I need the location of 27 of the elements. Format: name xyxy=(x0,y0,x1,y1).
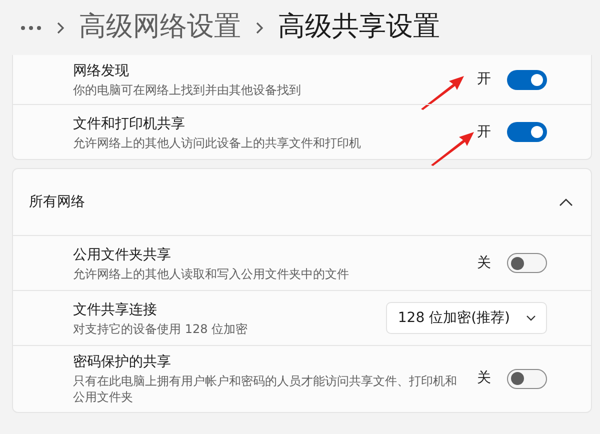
setting-description: 只有在此电脑上拥有用户帐户和密码的人员才能访问共享文件、打印机和公用文件夹 xyxy=(73,373,458,406)
setting-description: 允许网络上的其他人访问此设备上的共享文件和打印机 xyxy=(73,134,362,151)
section-title: 所有网络 xyxy=(29,192,85,212)
toggle-state-label: 开 xyxy=(477,122,491,142)
toggle-switch[interactable] xyxy=(507,70,547,90)
setting-title: 文件和打印机共享 xyxy=(73,114,186,134)
dropdown[interactable]: 128 位加密(推荐) xyxy=(386,302,547,334)
setting-description: 允许网络上的其他人读取和写入公用文件夹中的文件 xyxy=(73,266,350,282)
setting-title: 文件共享连接 xyxy=(73,300,158,320)
toggle-state-label: 关 xyxy=(477,369,491,388)
toggle-switch[interactable] xyxy=(507,253,547,274)
setting-description: 你的电脑可在网络上找到并由其他设备找到 xyxy=(73,82,302,98)
setting-description: 对支持它的设备使用 128 位加密 xyxy=(73,320,249,337)
toggle-state-label: 关 xyxy=(477,254,491,273)
toggle-switch[interactable] xyxy=(507,122,547,142)
toggle-state-label: 开 xyxy=(477,70,491,90)
breadcrumb-item: 高级共享设置 xyxy=(278,10,440,44)
setting-title: 网络发现 xyxy=(73,62,130,81)
chevron-down-icon xyxy=(526,315,536,322)
chevron-right-icon xyxy=(255,20,264,34)
more-icon[interactable] xyxy=(20,24,42,30)
chevron-up-icon[interactable] xyxy=(559,198,573,207)
toggle-switch[interactable] xyxy=(507,368,547,389)
setting-title: 密码保护的共享 xyxy=(73,353,172,372)
chevron-right-icon xyxy=(56,20,65,34)
breadcrumb-item[interactable]: 高级网络设置 xyxy=(79,7,241,48)
setting-title: 公用文件夹共享 xyxy=(73,246,172,265)
